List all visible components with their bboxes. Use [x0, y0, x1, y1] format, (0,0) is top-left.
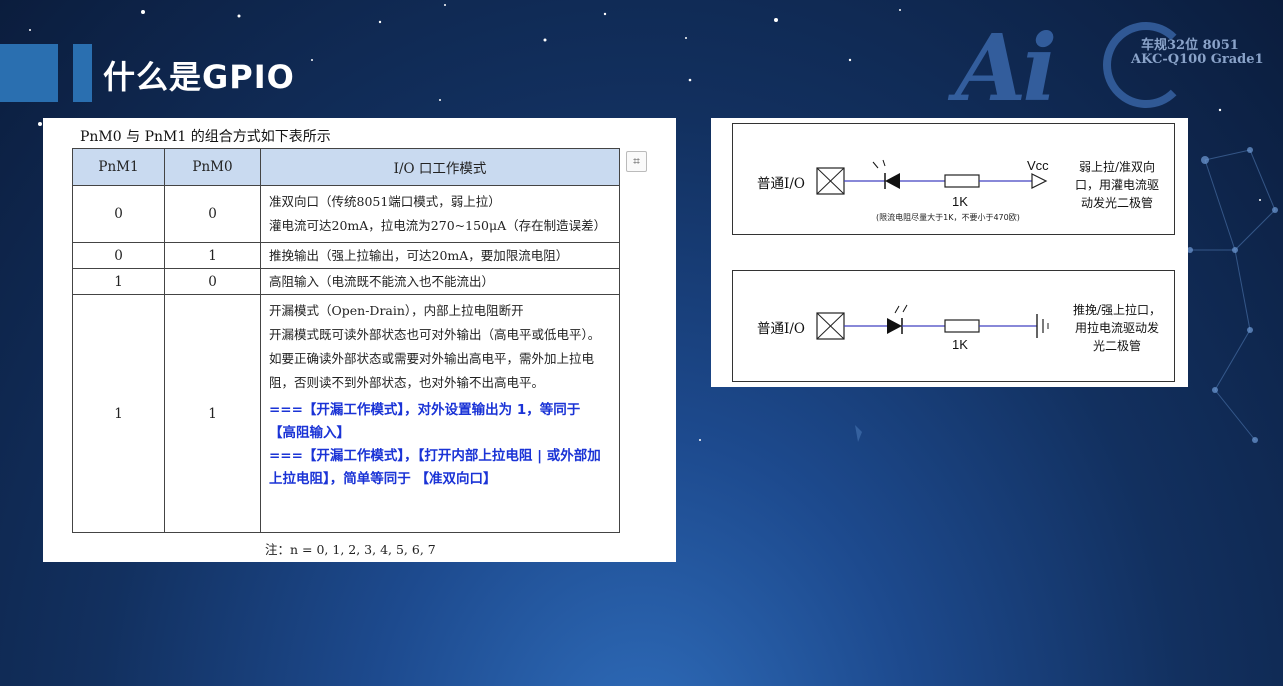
mode-line: 高阻输入（电流既不能流入也不能流出） — [269, 273, 495, 289]
description-line: 推挽/强上拉口， — [1072, 303, 1162, 317]
mode-table: PnM1 PnM0 I/O 口工作模式 0 0 准双向口（传统8051端口模式，… — [72, 148, 620, 533]
header-accent-block — [0, 44, 58, 102]
cell-pnm0: 1 — [164, 294, 261, 533]
logo-line2: AKC-Q100 Grade1 — [1131, 52, 1264, 67]
cell-pnm0: 0 — [164, 185, 261, 243]
mode-table-panel: PnM0 与 PnM1 的组合方式如下表所示 ⌗ PnM1 PnM0 I/O 口… — [43, 118, 676, 562]
table-row: 1 0 高阻输入（电流既不能流入也不能流出） — [72, 268, 620, 295]
slide-title: 什么是GPIO — [103, 58, 295, 96]
description-line: 弱上拉/准双向 — [1078, 160, 1156, 174]
table-footnote: 注：n = 0, 1, 2, 3, 4, 5, 6, 7 — [265, 542, 436, 557]
emphasis-note: ===【开漏工作模式】，对外设置输出为 1，等同于 【高阻输入】 — [269, 402, 581, 441]
table-header-row: PnM1 PnM0 I/O 口工作模式 — [72, 148, 620, 186]
resistor-note: (限流电阻尽量大于1K，不要小于470欧) — [876, 213, 1020, 222]
emphasis-note: ===【开漏工作模式】，【打开内部上拉电阻 | 或外部加上拉电阻】，简单等同于 … — [269, 448, 601, 487]
mode-line: 开漏模式既可读外部状态也可对外输出（高电平或低电平）。如要正确读外部状态或需要对… — [269, 327, 601, 390]
description-line: 口，用灌电流驱 — [1074, 178, 1159, 192]
expand-table-icon[interactable]: ⌗ — [626, 151, 647, 172]
cell-mode: 高阻输入（电流既不能流入也不能流出） — [260, 268, 620, 295]
header-mode: I/O 口工作模式 — [260, 148, 620, 186]
circuit-panel: 普通I/O 1K Vcc (限流电阻尽量大于1K，不要小于470欧) 弱上拉/准… — [711, 118, 1188, 387]
logo-brand: Ai — [955, 14, 1057, 122]
cell-pnm0: 0 — [164, 268, 261, 295]
mode-line: 推挽输出（强上拉输出，可达20mA，要加限流电阻） — [269, 247, 569, 263]
led-icon — [885, 173, 900, 189]
table-row: 0 0 准双向口（传统8051端口模式，弱上拉） 灌电流可达20mA，拉电流为2… — [72, 185, 620, 243]
circuit-push-pull: 普通I/O 1K 推挽/强上拉口， 用拉电流驱动发 光二极管 — [732, 270, 1175, 382]
table-row: 0 1 推挽输出（强上拉输出，可达20mA，要加限流电阻） — [72, 242, 620, 269]
cell-mode: 准双向口（传统8051端口模式，弱上拉） 灌电流可达20mA，拉电流为270~1… — [260, 185, 620, 243]
logo: Ai 车规32位 8051 AKC-Q100 Grade1 — [955, 14, 1264, 122]
cell-pnm1: 0 — [72, 185, 165, 243]
header-pnm1: PnM1 — [72, 148, 165, 186]
header-accent-bar — [73, 44, 92, 102]
resistor-label: 1K — [952, 337, 968, 352]
description-line: 动发光二极管 — [1080, 196, 1153, 210]
circuit-weak-pullup: 普通I/O 1K Vcc (限流电阻尽量大于1K，不要小于470欧) 弱上拉/准… — [732, 123, 1175, 235]
logo-line1: 车规32位 8051 — [1141, 38, 1239, 53]
circuit-description: 弱上拉/准双向 口，用灌电流驱 动发光二极管 — [1063, 158, 1171, 212]
cell-pnm1: 0 — [72, 242, 165, 269]
cell-pnm1: 1 — [72, 294, 165, 533]
header-pnm0: PnM0 — [164, 148, 261, 186]
led-icon — [887, 318, 902, 334]
mode-line: 灌电流可达20mA，拉电流为270~150μA（存在制造误差） — [269, 218, 607, 233]
cell-mode: 开漏模式（Open-Drain），内部上拉电阻断开 开漏模式既可读外部状态也可对… — [260, 294, 620, 533]
mode-line: 准双向口（传统8051端口模式，弱上拉） — [269, 194, 501, 209]
vcc-label: Vcc — [1027, 158, 1049, 173]
table-row: 1 1 开漏模式（Open-Drain），内部上拉电阻断开 开漏模式既可读外部状… — [72, 294, 620, 533]
circuit-description: 推挽/强上拉口， 用拉电流驱动发 光二极管 — [1063, 301, 1171, 355]
mode-line: 开漏模式（Open-Drain），内部上拉电阻断开 — [269, 303, 524, 318]
description-line: 用拉电流驱动发 — [1074, 321, 1159, 335]
description-line: 光二极管 — [1092, 339, 1141, 353]
cell-pnm0: 1 — [164, 242, 261, 269]
table-caption: PnM0 与 PnM1 的组合方式如下表所示 — [80, 129, 331, 145]
cell-pnm1: 1 — [72, 268, 165, 295]
cell-mode: 推挽输出（强上拉输出，可达20mA，要加限流电阻） — [260, 242, 620, 269]
resistor-label: 1K — [952, 194, 968, 209]
